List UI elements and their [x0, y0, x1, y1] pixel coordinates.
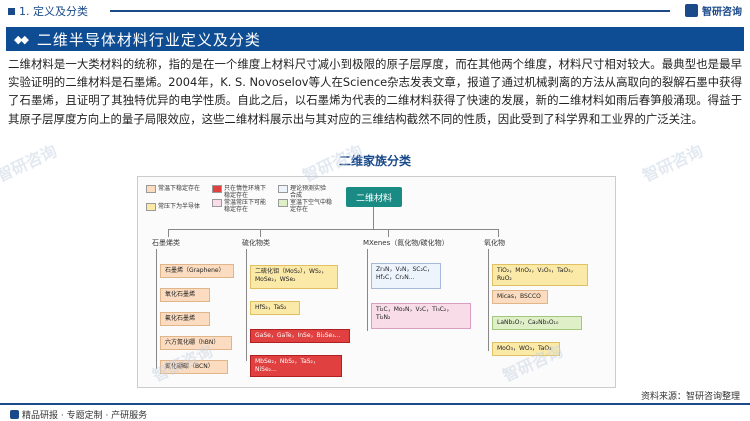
node-gase: GaSe，GaTe，InSe，Bi₂Se₃... — [250, 329, 350, 343]
legend-swatch — [212, 199, 222, 207]
page-title: 二维半导体材料行业定义及分类 — [36, 30, 261, 49]
legend-swatch — [278, 185, 288, 193]
legend-item: 理论预测实验合成 — [278, 185, 326, 199]
root-node: 二维材料 — [346, 187, 402, 207]
node-ti2c: Ti₂C，Mo₂N，V₂C，Ti₃C₂，Ti₂N₂ — [371, 303, 471, 329]
legend-item: 常温常压下可能稳定存在 — [212, 199, 270, 213]
node-tio2: TiO₂，MnO₂，V₂O₅，TaO₃，RuO₂ — [492, 264, 588, 286]
footer-left: 精品研报 · 专题定制 · 产研服务 — [10, 408, 147, 421]
legend-item: 常压下为半导体 — [146, 203, 204, 211]
brand-logo-text: 智研咨询 — [702, 7, 742, 18]
node-graphene-oxide: 氧化石墨烯 — [160, 288, 210, 302]
node-mbse2: MbSe₂，NbS₂，TaS₂，NiSe₂... — [250, 355, 342, 377]
footer-tagline: 精品研报 · 专题定制 · 产研服务 — [22, 411, 148, 421]
footer: 精品研报 · 专题定制 · 产研服务 资料来源：智研咨询整理 — [0, 392, 750, 421]
intro-paragraph: 二维材料是一大类材料的统称，指的是在一个维度上材料尺寸减小到极限的原子层厚度，而… — [8, 57, 742, 126]
watermark: 智研咨询 — [0, 141, 60, 186]
header-divider — [110, 10, 670, 12]
node-hfs2: HfS₂，TaS₂ — [250, 301, 300, 315]
section-square-icon — [8, 7, 15, 15]
title-banner: ◆◆ 二维半导体材料行业定义及分类 — [6, 27, 744, 51]
category-sulfide: 硫化物类 — [242, 239, 270, 247]
node-fluorinated-graphene: 氟化石墨烯 — [160, 312, 210, 326]
double-chevron-icon: ◆◆ — [14, 32, 29, 46]
brand-logo: 智研咨询 — [685, 3, 742, 18]
legend-swatch — [212, 185, 222, 193]
node-zr3n: Zr₃N，V₂N，SC₂C，Hf₂C，Cr₂N... — [371, 263, 441, 289]
source-note: 资料来源：智研咨询整理 — [640, 392, 740, 402]
node-micas: Micas，BSCCO — [492, 290, 548, 304]
legend-item: 室温下空气中稳定存在 — [278, 199, 332, 213]
category-graphene: 石墨烯类 — [152, 239, 180, 247]
node-lanb2o7: LaNb₂O₇，Ca₂Nb₃O₁₀ — [492, 316, 582, 330]
diagram-title: 二维家族分类 — [338, 154, 411, 168]
watermark: 智研咨询 — [639, 141, 706, 186]
legend-swatch — [146, 203, 156, 211]
category-mxenes: MXenes（氮化物/碳化物） — [363, 239, 449, 247]
node-mos2: 二硫化钼（MoS₂），WS₂，MoSe₂，WSe₂ — [250, 265, 338, 289]
legend-item: 常温下稳定存在 — [146, 185, 204, 193]
node-graphene: 石墨烯（Graphene） — [160, 264, 234, 278]
section-label: 1. 定义及分类 — [8, 3, 88, 19]
top-bar: 1. 定义及分类 智研咨询 — [0, 0, 750, 22]
legend-item: 只在惰性环境下稳定存在 — [212, 185, 270, 199]
legend-swatch — [278, 199, 288, 207]
legend-swatch — [146, 185, 156, 193]
brand-logo-icon — [685, 4, 698, 17]
section-title: 1. 定义及分类 — [19, 5, 88, 18]
category-oxide: 氧化物 — [484, 239, 505, 247]
footer-logo-icon — [10, 410, 19, 419]
